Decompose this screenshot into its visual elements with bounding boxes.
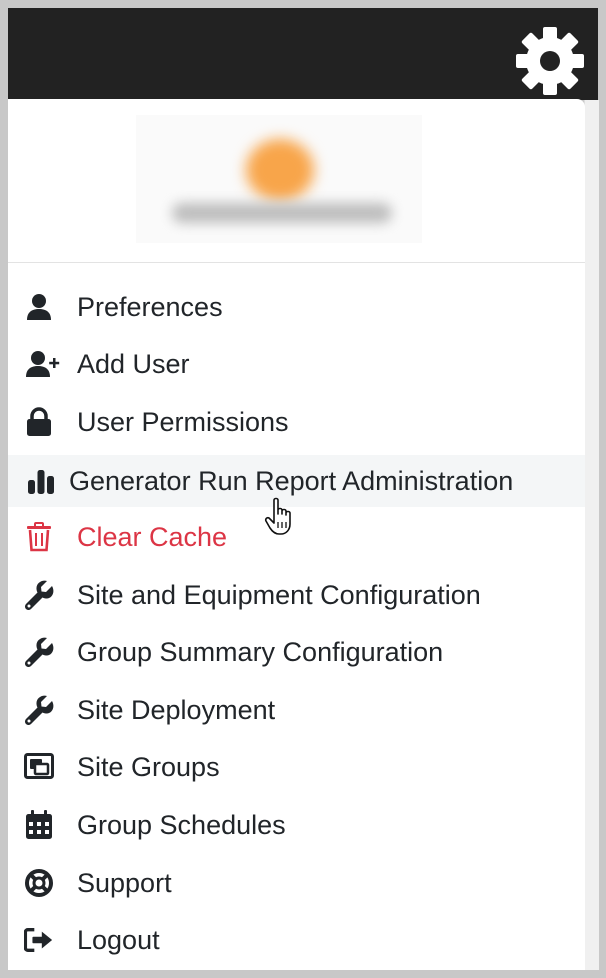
lock-icon: [24, 407, 54, 437]
menu-item-label: Site Groups: [77, 751, 220, 782]
wrench-icon: [24, 637, 54, 667]
menu-item-group-schedules[interactable]: Group Schedules: [8, 800, 585, 850]
trash-icon: [24, 522, 54, 552]
menu-item-add-user[interactable]: Add User: [8, 339, 585, 389]
menu-item-group-summary-config[interactable]: Group Summary Configuration: [8, 627, 585, 677]
menu-item-preferences[interactable]: Preferences: [8, 282, 585, 332]
menu-item-label: Add User: [77, 348, 190, 379]
menu-item-logout[interactable]: Logout: [8, 915, 585, 965]
user-name-redacted: [172, 203, 392, 223]
menu-item-label: Clear Cache: [77, 521, 228, 552]
bar-chart-icon: [26, 466, 56, 496]
menu-item-site-equipment-config[interactable]: Site and Equipment Configuration: [8, 570, 585, 620]
menu-item-label: Site Deployment: [77, 694, 276, 725]
user-profile-card: [136, 115, 422, 243]
menu-item-label: Group Summary Configuration: [77, 636, 444, 667]
menu-item-label: Preferences: [77, 291, 223, 322]
menu-item-label: Site and Equipment Configuration: [77, 579, 481, 610]
hand-pointer-cursor: [264, 497, 291, 535]
gear-icon[interactable]: [515, 26, 585, 96]
menu-item-site-deployment[interactable]: Site Deployment: [8, 685, 585, 735]
menu-item-label: Group Schedules: [77, 809, 286, 840]
menu-item-label: Generator Run Report Administration: [69, 465, 514, 496]
user-plus-icon: [24, 349, 64, 379]
wrench-icon: [24, 580, 54, 610]
menu-item-site-groups[interactable]: Site Groups: [8, 742, 585, 792]
avatar: [246, 139, 314, 201]
menu-item-label: Logout: [77, 924, 160, 955]
menu-item-label: Support: [77, 867, 172, 898]
menu-item-label: User Permissions: [77, 406, 289, 437]
user-icon: [24, 292, 54, 322]
top-navbar: [8, 8, 598, 100]
calendar-icon: [24, 810, 54, 840]
menu-item-support[interactable]: Support: [8, 858, 585, 908]
menu-item-user-permissions[interactable]: User Permissions: [8, 397, 585, 447]
images-icon: [24, 752, 54, 782]
lifebuoy-icon: [24, 868, 54, 898]
menu-divider: [8, 262, 585, 263]
logout-icon: [24, 925, 54, 955]
wrench-icon: [24, 695, 54, 725]
page-background-strip: [584, 100, 599, 970]
